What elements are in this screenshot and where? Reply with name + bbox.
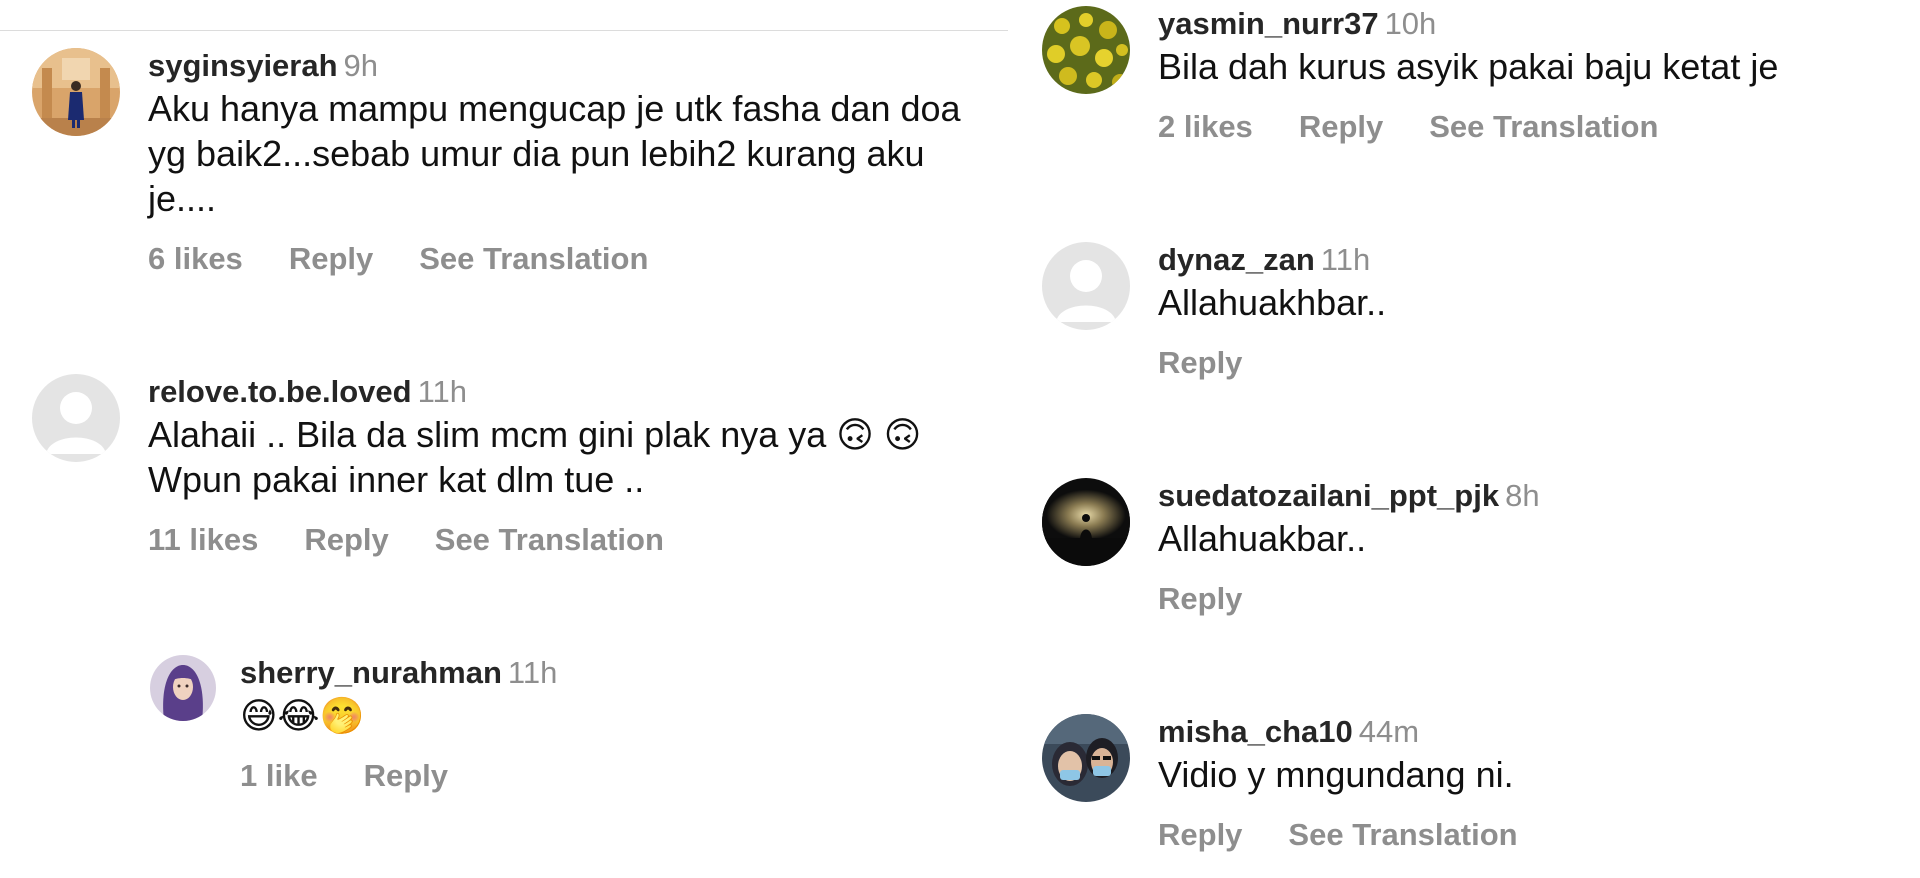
timestamp: 9h [343, 48, 379, 83]
comment-item: suedatozailani_ppt_pjk 8h Allahuakbar.. R… [1042, 478, 1912, 638]
comment-actions: Reply See Translation [1158, 815, 1918, 855]
reply-button[interactable]: Reply [1158, 581, 1242, 616]
avatar[interactable] [1042, 714, 1130, 802]
see-translation-button[interactable]: See Translation [1288, 817, 1517, 852]
comment-header: suedatozailani_ppt_pjk 8h [1158, 478, 1918, 514]
timestamp: 11h [507, 655, 558, 690]
comment-text: Allahuakbar.. [1158, 518, 1367, 559]
username[interactable]: yasmin_nurr37 [1158, 6, 1379, 41]
comment-actions: 1 like Reply [240, 756, 1000, 796]
comment-body: misha_cha10 44m Vidio y mngundang ni. Rep… [1158, 714, 1918, 855]
comment-actions: 6 likes Reply See Translation [148, 239, 1028, 279]
username[interactable]: relove.to.be.loved [148, 374, 412, 409]
comment-body: yasmin_nurr37 10h Bila dah kurus asyik pa… [1158, 6, 1918, 147]
comment-actions: 11 likes Reply See Translation [148, 520, 1028, 560]
profile-photo-hijab-woman-icon [150, 655, 216, 721]
reply-button[interactable]: Reply [364, 758, 448, 793]
comment-item: misha_cha10 44m Vidio y mngundang ni. Rep… [1042, 714, 1912, 874]
top-divider [0, 30, 1008, 31]
comment-text: 😅😂🤭 [240, 695, 365, 736]
comment-text: Alahaii .. Bila da slim mcm gini plak ny… [148, 414, 932, 500]
default-avatar-icon [1042, 242, 1130, 330]
reply-button[interactable]: Reply [289, 241, 373, 276]
comment-item: dynaz_zan 11h Allahuakhbar.. Reply [1042, 242, 1912, 402]
comment-actions: Reply [1158, 343, 1918, 383]
comment-body: syginsyierah 9h Aku hanya mampu mengucap … [148, 48, 1028, 279]
comment-header: sherry_nurahman 11h [240, 655, 1000, 691]
reply-button[interactable]: Reply [1299, 109, 1383, 144]
comment-item: relove.to.be.loved 11h Alahaii .. Bila da… [32, 374, 1012, 584]
likes-count[interactable]: 11 likes [148, 522, 258, 557]
avatar[interactable] [32, 48, 120, 136]
comment-text: Bila dah kurus asyik pakai baju ketat je [1158, 46, 1779, 87]
username[interactable]: suedatozailani_ppt_pjk [1158, 478, 1499, 513]
avatar[interactable] [150, 655, 216, 721]
reply-button[interactable]: Reply [304, 522, 388, 557]
profile-photo-yellow-flowers-icon [1042, 6, 1130, 94]
username[interactable]: syginsyierah [148, 48, 338, 83]
avatar[interactable] [1042, 6, 1130, 94]
timestamp: 11h [1320, 242, 1371, 277]
comment-actions: 2 likes Reply See Translation [1158, 107, 1918, 147]
likes-count[interactable]: 6 likes [148, 241, 243, 276]
comment-item: yasmin_nurr37 10h Bila dah kurus asyik pa… [1042, 6, 1912, 166]
timestamp: 11h [417, 374, 467, 409]
username[interactable]: dynaz_zan [1158, 242, 1315, 277]
reply-button[interactable]: Reply [1158, 817, 1242, 852]
see-translation-button[interactable]: See Translation [419, 241, 648, 276]
comment-actions: Reply [1158, 579, 1918, 619]
username[interactable]: misha_cha10 [1158, 714, 1353, 749]
comment-item: syginsyierah 9h Aku hanya mampu mengucap … [32, 48, 1012, 298]
comment-body: dynaz_zan 11h Allahuakhbar.. Reply [1158, 242, 1918, 383]
see-translation-button[interactable]: See Translation [1429, 109, 1658, 144]
comment-header: relove.to.be.loved 11h [148, 374, 1028, 410]
comment-body: relove.to.be.loved 11h Alahaii .. Bila da… [148, 374, 1028, 560]
avatar[interactable] [1042, 242, 1130, 330]
comment-body: suedatozailani_ppt_pjk 8h Allahuakbar.. R… [1158, 478, 1918, 619]
comment-text: Vidio y mngundang ni. [1158, 754, 1514, 795]
likes-count[interactable]: 2 likes [1158, 109, 1253, 144]
comment-header: syginsyierah 9h [148, 48, 1028, 84]
likes-count[interactable]: 1 like [240, 758, 318, 793]
comment-text: Allahuakhbar.. [1158, 282, 1387, 323]
comment-body: sherry_nurahman 11h 😅😂🤭 1 like Reply [240, 655, 1000, 796]
comment-header: misha_cha10 44m [1158, 714, 1918, 750]
timestamp: 8h [1505, 478, 1540, 513]
comment-text: Aku hanya mampu mengucap je utk fasha da… [148, 88, 971, 219]
avatar[interactable] [1042, 478, 1130, 566]
timestamp: 10h [1384, 6, 1437, 41]
timestamp: 44m [1358, 714, 1420, 749]
username[interactable]: sherry_nurahman [240, 655, 502, 690]
comment-header: dynaz_zan 11h [1158, 242, 1918, 278]
see-translation-button[interactable]: See Translation [435, 522, 664, 557]
profile-photo-couple-masks-icon [1042, 714, 1130, 802]
reply-comment-item: sherry_nurahman 11h 😅😂🤭 1 like Reply [150, 655, 1010, 815]
profile-photo-person-in-room-icon [32, 48, 120, 136]
avatar[interactable] [32, 374, 120, 462]
profile-photo-sunset-silhouette-icon [1042, 478, 1130, 566]
default-avatar-icon [32, 374, 120, 462]
reply-button[interactable]: Reply [1158, 345, 1242, 380]
comment-header: yasmin_nurr37 10h [1158, 6, 1918, 42]
